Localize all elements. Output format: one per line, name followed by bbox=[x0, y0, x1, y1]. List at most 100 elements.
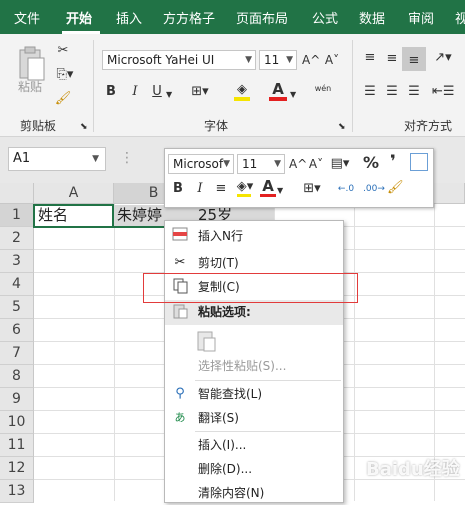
watermark: Baidu经验 bbox=[366, 459, 460, 480]
row-header[interactable]: 9 bbox=[0, 388, 34, 411]
menu-fangfang[interactable]: 方方格子 bbox=[163, 0, 215, 34]
row-header[interactable]: 10 bbox=[0, 411, 34, 434]
dialog-launcher-icon[interactable]: ⬊ bbox=[80, 118, 88, 136]
row-header[interactable]: 4 bbox=[0, 273, 34, 296]
menu-home[interactable]: 开始 bbox=[66, 0, 92, 34]
menu-divider bbox=[195, 380, 341, 381]
menu-item-cut[interactable]: ✂ 剪切(T) bbox=[165, 251, 343, 275]
paste-option-button[interactable] bbox=[195, 329, 219, 353]
paste-icon bbox=[197, 331, 216, 352]
name-box[interactable]: A1 ▼ bbox=[8, 147, 106, 171]
menu-item-insert[interactable]: 插入(I)... bbox=[165, 433, 343, 457]
comma-style-button[interactable]: ❜ bbox=[387, 153, 399, 171]
menu-view[interactable]: 视 bbox=[455, 0, 465, 34]
row-header[interactable]: 2 bbox=[0, 227, 34, 250]
shrink-font-icon[interactable]: A˅ bbox=[308, 155, 324, 173]
scissors-icon[interactable]: ✂ bbox=[54, 42, 72, 60]
menu-item-label: 剪切(T) bbox=[198, 256, 239, 270]
menu-item-insert-n-rows[interactable]: 插入N行 bbox=[165, 224, 343, 248]
menu-page-layout[interactable]: 页面布局 bbox=[236, 0, 288, 34]
context-menu: 插入N行 ✂ 剪切(T) 复制(C) 粘贴选项: 选择性粘贴(S)... ⚲ 智… bbox=[164, 220, 344, 503]
menu-formulas[interactable]: 公式 bbox=[312, 0, 338, 34]
menu-item-smart-lookup[interactable]: ⚲ 智能查找(L) bbox=[165, 382, 343, 406]
mini-font-name-select[interactable]: Microsof ▼ bbox=[168, 154, 234, 174]
font-color-bar bbox=[260, 194, 276, 197]
italic-button[interactable]: I bbox=[128, 83, 142, 101]
menu-item-label: 粘贴选项: bbox=[198, 305, 251, 319]
menu-item-label: 清除内容(N) bbox=[198, 486, 265, 500]
align-center-icon[interactable]: ☰ bbox=[384, 83, 400, 101]
accounting-format-icon[interactable]: ▤▾ bbox=[329, 155, 351, 173]
menu-data[interactable]: 数据 bbox=[359, 0, 385, 34]
menu-bar: 文件 开始 插入 方方格子 页面布局 公式 数据 审阅 视 bbox=[0, 0, 465, 34]
shrink-font-icon[interactable]: A˅ bbox=[324, 51, 340, 69]
font-size-select[interactable]: 11 ▼ bbox=[259, 50, 297, 70]
format-painter-icon[interactable]: 🖌 bbox=[387, 179, 404, 197]
more-dots-icon: ⋮ bbox=[120, 150, 134, 166]
menu-item-clear-contents[interactable]: 清除内容(N) bbox=[165, 481, 343, 505]
menu-insert[interactable]: 插入 bbox=[116, 0, 142, 34]
menu-item-label: 插入N行 bbox=[198, 229, 243, 243]
format-painter-icon[interactable]: 🖌 bbox=[54, 90, 72, 108]
align-center-icon[interactable]: ≡ bbox=[213, 180, 229, 198]
clipboard-group-label: 剪贴板 bbox=[20, 119, 57, 133]
borders-icon[interactable]: ⊞▾ bbox=[301, 180, 323, 198]
menu-file[interactable]: 文件 bbox=[14, 0, 40, 34]
row-header[interactable]: 8 bbox=[0, 365, 34, 388]
group-divider bbox=[93, 40, 94, 132]
menu-review[interactable]: 审阅 bbox=[408, 0, 434, 34]
menu-item-paste-special[interactable]: 选择性粘贴(S)... bbox=[165, 354, 343, 378]
align-right-icon[interactable]: ☰ bbox=[406, 83, 422, 101]
percent-button[interactable]: % bbox=[363, 154, 379, 172]
chevron-down-icon: ▼ bbox=[223, 159, 230, 169]
underline-button[interactable]: U bbox=[150, 83, 164, 101]
mini-bold-button[interactable]: B bbox=[171, 180, 185, 198]
borders-icon[interactable]: ⊞▾ bbox=[190, 83, 210, 101]
menu-item-translate[interactable]: あ 翻译(S) bbox=[165, 406, 343, 430]
translate-icon: あ bbox=[174, 411, 186, 424]
row-header[interactable]: 3 bbox=[0, 250, 34, 273]
orientation-icon[interactable]: ↗▾ bbox=[432, 49, 454, 67]
menu-divider bbox=[195, 431, 341, 432]
increase-decimal-icon[interactable]: ←.0 bbox=[333, 180, 359, 198]
grow-font-icon[interactable]: A^ bbox=[302, 51, 320, 69]
row-header[interactable]: 6 bbox=[0, 319, 34, 342]
align-left-icon[interactable]: ☰ bbox=[362, 83, 378, 101]
font-color-icon[interactable]: A bbox=[270, 80, 286, 98]
mini-italic-button[interactable]: I bbox=[193, 180, 207, 198]
cell-a1[interactable]: 姓名 bbox=[38, 204, 112, 227]
insert-rows-svg bbox=[172, 227, 188, 241]
bold-button[interactable]: B bbox=[104, 83, 118, 101]
font-name-select[interactable]: Microsoft YaHei UI ▼ bbox=[102, 50, 256, 70]
row-header[interactable]: 1 bbox=[0, 204, 34, 227]
menu-item-label: 智能查找(L) bbox=[198, 387, 263, 401]
menu-item-label: 翻译(S) bbox=[198, 411, 239, 425]
merge-center-icon[interactable] bbox=[410, 153, 428, 171]
alignment-group-label: 对齐方式 bbox=[404, 119, 453, 133]
phonetic-icon[interactable]: wén bbox=[312, 80, 334, 98]
paste-svg bbox=[173, 304, 188, 319]
row-header[interactable]: 11 bbox=[0, 434, 34, 457]
select-all-corner[interactable] bbox=[0, 183, 34, 204]
dialog-launcher-icon[interactable]: ⬊ bbox=[338, 118, 346, 136]
column-header-a[interactable]: A bbox=[34, 183, 114, 204]
decrease-decimal-icon[interactable]: .00→ bbox=[361, 180, 387, 198]
paste-label: 粘贴 bbox=[18, 80, 43, 94]
row-header[interactable]: 7 bbox=[0, 342, 34, 365]
mini-font-size-select[interactable]: 11 ▼ bbox=[237, 154, 285, 174]
align-middle-icon[interactable]: ≡ bbox=[384, 50, 400, 68]
mini-font-color-icon[interactable]: A bbox=[261, 177, 275, 195]
row-header[interactable]: 13 bbox=[0, 480, 34, 503]
copy-icon[interactable]: ⎘▾ bbox=[52, 66, 78, 84]
paste-icon bbox=[171, 303, 189, 321]
align-top-icon[interactable]: ≡ bbox=[362, 49, 378, 67]
grow-font-icon[interactable]: A^ bbox=[289, 155, 307, 173]
chevron-down-icon[interactable]: ▼ bbox=[166, 86, 172, 104]
menu-item-delete[interactable]: 删除(D)... bbox=[165, 457, 343, 481]
indent-icon[interactable]: ⇤☰ bbox=[432, 83, 455, 101]
row-header[interactable]: 5 bbox=[0, 296, 34, 319]
chevron-down-icon[interactable]: ▼ bbox=[277, 182, 283, 200]
row-header[interactable]: 12 bbox=[0, 457, 34, 480]
chevron-down-icon[interactable]: ▼ bbox=[290, 86, 296, 104]
chevron-down-icon: ▼ bbox=[274, 159, 281, 169]
